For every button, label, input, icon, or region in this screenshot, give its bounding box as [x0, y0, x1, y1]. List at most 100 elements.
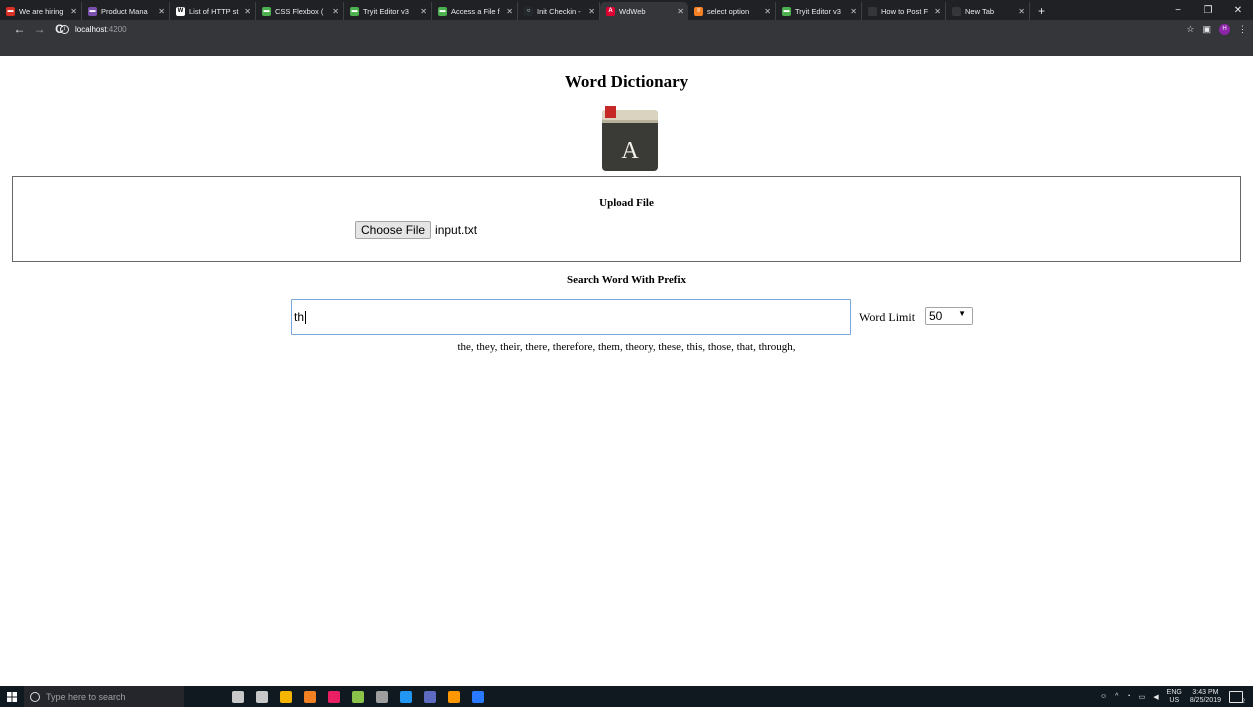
- system-tray: ☺ ^ ◔ ▭ ◀ ENG US 3:43 PM 8/25/2019 2: [1100, 686, 1245, 707]
- battery-icon[interactable]: ▭: [1139, 693, 1146, 701]
- pinned-apps: [232, 690, 484, 703]
- pinned-app-icon[interactable]: [256, 690, 268, 703]
- tab-title: WdWeb: [619, 6, 646, 16]
- volume-icon[interactable]: ◀: [1153, 693, 1158, 701]
- prefix-search-input[interactable]: th: [291, 299, 851, 335]
- url-host: localhost: [75, 24, 107, 34]
- tab-favicon-icon: ▬: [350, 6, 359, 16]
- cortana-icon: [30, 691, 40, 702]
- tab-close-icon[interactable]: ✕: [332, 7, 339, 16]
- notification-center-icon[interactable]: 2: [1229, 690, 1245, 705]
- browser-tab[interactable]: A WdWeb ✕: [600, 2, 688, 20]
- selected-file-name: input.txt: [435, 223, 478, 237]
- windows-start-icon[interactable]: [0, 686, 24, 707]
- clock-date: 8/25/2019: [1189, 696, 1221, 704]
- browser-toolbar: ← → C i localhost :4200 ☆ ▣ H ⋮: [0, 20, 1253, 56]
- tab-title: CSS Flexbox (: [275, 6, 324, 16]
- file-input[interactable]: Choose File input.txt: [355, 221, 477, 239]
- choose-file-button[interactable]: Choose File: [355, 221, 432, 239]
- tab-favicon-icon: A: [606, 6, 615, 16]
- taskbar-search-placeholder: Type here to search: [46, 691, 126, 702]
- pinned-app-icon[interactable]: [328, 690, 340, 703]
- pinned-app-icon[interactable]: [472, 690, 484, 703]
- taskbar-search[interactable]: Type here to search: [24, 686, 184, 707]
- pinned-app-icon[interactable]: [400, 690, 412, 703]
- tab-close-icon[interactable]: ✕: [764, 7, 771, 16]
- tab-close-icon[interactable]: ✕: [158, 7, 165, 16]
- browser-tab[interactable]: ≡ select option ✕: [688, 2, 776, 20]
- tab-close-icon[interactable]: ✕: [420, 7, 427, 16]
- browser-tab[interactable]: New Tab ✕: [946, 2, 1030, 20]
- browser-tab[interactable]: ▬ Product Mana ✕: [82, 2, 170, 20]
- pinned-app-icon[interactable]: [424, 690, 436, 703]
- profile-avatar[interactable]: H: [1219, 23, 1230, 35]
- tab-favicon-icon: ▬: [88, 6, 97, 16]
- search-results: the, they, their, there, therefore, them…: [457, 341, 796, 353]
- close-window-button[interactable]: ✕: [1223, 0, 1253, 20]
- browser-tab[interactable]: ▬ We are hiring ✕: [0, 2, 82, 20]
- tab-favicon-icon: ○: [524, 6, 533, 16]
- tab-favicon-icon: ▬: [262, 6, 271, 16]
- tab-title: List of HTTP st: [189, 6, 239, 16]
- word-limit-select[interactable]: 50 ▼: [925, 307, 973, 325]
- chevron-down-icon: ▼: [958, 309, 966, 318]
- tab-title: Tryit Editor v3: [363, 6, 409, 16]
- toolbar-actions: ☆ ▣ H ⋮: [1186, 22, 1247, 36]
- extension-icon[interactable]: ▣: [1202, 24, 1211, 35]
- text-caret: [305, 310, 307, 324]
- browser-tab[interactable]: ○ Init Checkin - ✕: [518, 2, 600, 20]
- tab-close-icon[interactable]: ✕: [244, 7, 251, 16]
- network-icon[interactable]: ◔: [1126, 693, 1130, 700]
- window-controls: − ❐ ✕: [1163, 0, 1253, 20]
- logo-letter: A: [621, 138, 639, 164]
- tab-close-icon[interactable]: ✕: [70, 7, 77, 16]
- clock[interactable]: 3:43 PM 8/25/2019: [1190, 689, 1221, 705]
- minimize-button[interactable]: −: [1163, 0, 1193, 20]
- forward-button[interactable]: →: [31, 22, 48, 36]
- bookmark-star-icon[interactable]: ☆: [1186, 24, 1194, 35]
- maximize-button[interactable]: ❐: [1193, 0, 1223, 20]
- pinned-app-icon[interactable]: [304, 690, 316, 703]
- word-limit-value: 50: [929, 309, 943, 323]
- browser-tab[interactable]: ▬ Tryit Editor v3 ✕: [344, 2, 432, 20]
- tab-title: How to Post F: [881, 6, 929, 16]
- page-content: Word Dictionary A Upload File Choose Fil…: [0, 56, 1253, 686]
- browser-tab[interactable]: How to Post F ✕: [862, 2, 946, 20]
- browser-tab[interactable]: ▬ Access a File f ✕: [432, 2, 518, 20]
- browser-menu-icon[interactable]: ⋮: [1238, 24, 1247, 35]
- people-icon[interactable]: ☺: [1100, 693, 1107, 700]
- new-tab-button[interactable]: +: [1030, 2, 1053, 20]
- tab-title: We are hiring: [19, 6, 64, 16]
- search-input-value: th: [294, 310, 305, 324]
- language-indicator[interactable]: ENG US: [1167, 689, 1182, 705]
- back-button[interactable]: ←: [11, 22, 28, 36]
- tab-close-icon[interactable]: ✕: [588, 7, 595, 16]
- pinned-app-icon[interactable]: [232, 690, 244, 703]
- tab-favicon-icon: [868, 6, 877, 16]
- windows-taskbar: Type here to search ☺ ^ ◔ ▭ ◀ ENG US 3:4…: [0, 686, 1253, 707]
- browser-tab[interactable]: ▬ CSS Flexbox ( ✕: [256, 2, 344, 20]
- tab-close-icon[interactable]: ✕: [1018, 7, 1025, 16]
- tab-favicon-icon: W: [176, 6, 185, 16]
- browser-tab[interactable]: W List of HTTP st ✕: [170, 2, 256, 20]
- region-code: US: [1169, 696, 1180, 704]
- search-heading: Search Word With Prefix: [566, 274, 687, 286]
- dictionary-book-icon: A: [602, 106, 658, 171]
- site-info-icon[interactable]: i: [60, 24, 69, 34]
- pinned-app-icon[interactable]: [448, 690, 460, 703]
- pinned-app-icon[interactable]: [280, 690, 292, 703]
- tab-close-icon[interactable]: ✕: [506, 7, 513, 16]
- tab-favicon-icon: ▬: [438, 6, 447, 16]
- tab-title: Tryit Editor v3: [795, 6, 841, 16]
- pinned-app-icon[interactable]: [352, 690, 364, 703]
- browser-tab[interactable]: ▬ Tryit Editor v3 ✕: [776, 2, 862, 20]
- pinned-app-icon[interactable]: [376, 690, 388, 703]
- notification-count: 2: [1241, 698, 1245, 705]
- tray-overflow-icon[interactable]: ^: [1115, 693, 1118, 700]
- url-port: :4200: [106, 24, 127, 34]
- tab-favicon-icon: [952, 6, 961, 16]
- address-bar[interactable]: i localhost :4200: [60, 22, 127, 36]
- tab-close-icon[interactable]: ✕: [677, 7, 684, 16]
- tab-close-icon[interactable]: ✕: [850, 7, 857, 16]
- tab-close-icon[interactable]: ✕: [934, 7, 941, 16]
